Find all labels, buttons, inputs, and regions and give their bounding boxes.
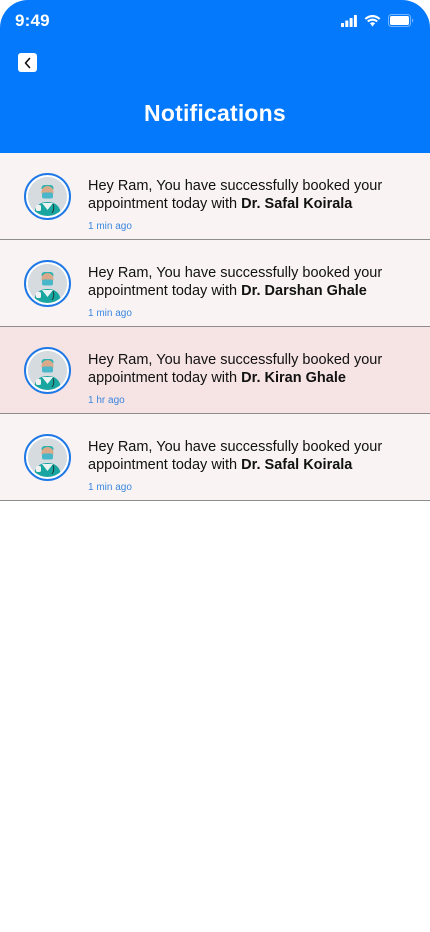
battery-icon	[388, 14, 414, 27]
doctor-photo	[28, 438, 67, 477]
doctor-name: Dr. Safal Koirala	[241, 195, 353, 212]
doctor-name: Dr. Kiran Ghale	[241, 369, 346, 386]
chevron-left-icon	[24, 57, 30, 68]
notification-item[interactable]: Hey Ram, You have successfully booked yo…	[0, 414, 430, 501]
doctor-name: Dr. Darshan Ghale	[241, 282, 367, 299]
avatar	[24, 434, 71, 481]
notification-time: 1 min ago	[88, 308, 132, 319]
page-title: Notifications	[144, 100, 286, 126]
avatar	[24, 260, 71, 307]
notification-message: Hey Ram, You have successfully booked yo…	[88, 178, 418, 213]
status-icons	[341, 14, 414, 27]
notification-item[interactable]: Hey Ram, You have successfully booked yo…	[0, 153, 430, 240]
back-button[interactable]	[18, 53, 37, 72]
notification-time: 1 hr ago	[88, 395, 125, 406]
doctor-photo	[28, 177, 67, 216]
status-time: 9:49	[15, 11, 50, 30]
notification-message: Hey Ram, You have successfully booked yo…	[88, 439, 418, 474]
doctor-name: Dr. Safal Koirala	[241, 456, 353, 473]
notification-list: Hey Ram, You have successfully booked yo…	[0, 153, 430, 501]
phone-screen: 9:49 Notifications Hey Ram, You have suc…	[0, 0, 430, 932]
notification-message: Hey Ram, You have successfully booked yo…	[88, 352, 418, 387]
header-bar: 9:49 Notifications	[0, 0, 430, 153]
status-bar: 9:49	[0, 0, 430, 44]
avatar	[24, 347, 71, 394]
notification-item[interactable]: Hey Ram, You have successfully booked yo…	[0, 240, 430, 327]
notification-message: Hey Ram, You have successfully booked yo…	[88, 265, 418, 300]
avatar	[24, 173, 71, 220]
cellular-signal-icon	[341, 14, 357, 27]
doctor-photo	[28, 264, 67, 303]
notification-item[interactable]: Hey Ram, You have successfully booked yo…	[0, 327, 430, 414]
notification-time: 1 min ago	[88, 482, 132, 493]
doctor-photo	[28, 351, 67, 390]
wifi-icon	[364, 14, 381, 26]
notification-time: 1 min ago	[88, 221, 132, 232]
